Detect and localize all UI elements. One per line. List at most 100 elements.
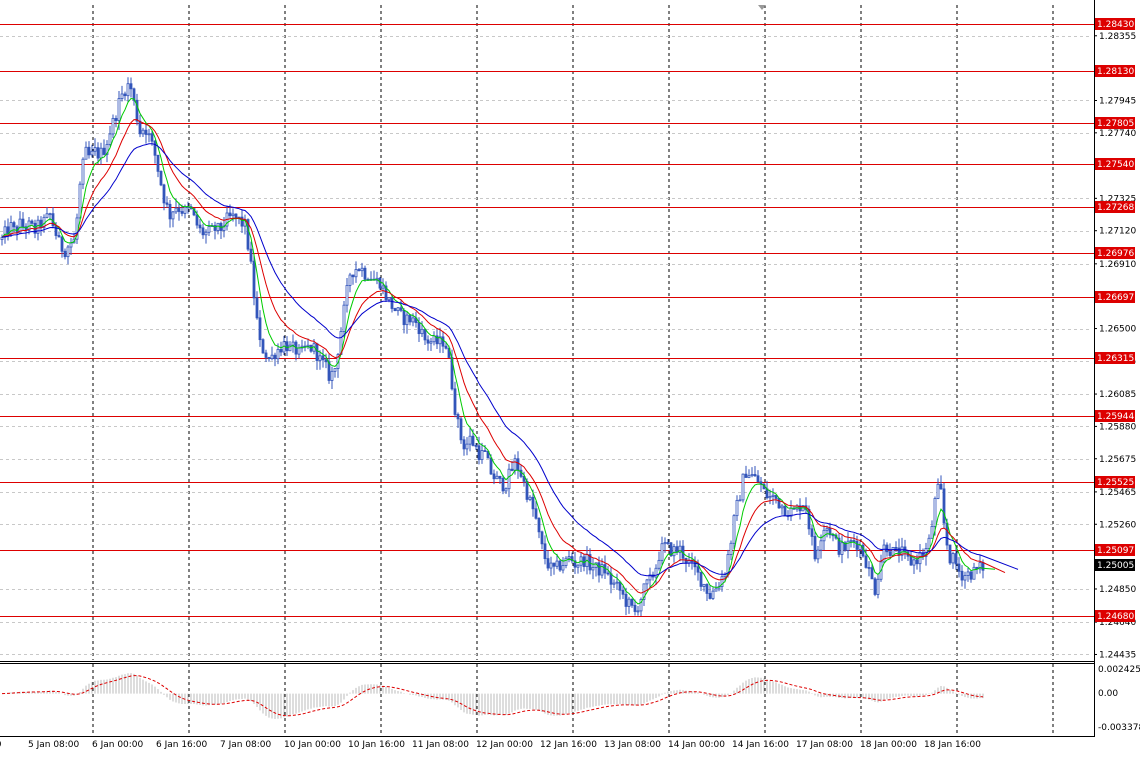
candle-body	[615, 581, 619, 584]
candle-body	[825, 527, 829, 531]
candle-body	[390, 297, 394, 309]
candle-body	[123, 93, 127, 97]
candle-body	[378, 277, 382, 289]
oscillator-tick-label: 0.002425	[1098, 665, 1140, 675]
price-chart[interactable]: 1.283551.279451.277401.273251.271201.269…	[0, 0, 1140, 757]
candle-body	[360, 267, 364, 272]
candle-body	[750, 474, 754, 477]
candle-body	[504, 488, 508, 492]
candle-body	[564, 557, 568, 566]
candle-body	[420, 328, 424, 335]
price-tick-label: 1.26500	[1099, 325, 1136, 335]
candle-body	[147, 133, 151, 136]
candle-body	[870, 567, 874, 580]
candle-body	[942, 488, 946, 524]
candle-body	[810, 528, 814, 537]
level-label: 1.25944	[1097, 412, 1134, 422]
price-tick-label: 1.24435	[1099, 650, 1136, 660]
candle-body	[948, 544, 952, 564]
candle-body	[279, 349, 283, 353]
candle-body	[813, 536, 817, 560]
candle-body	[12, 222, 16, 228]
time-tick-label: 12 Jan 16:00	[540, 740, 597, 750]
candle-body	[864, 555, 868, 568]
candle-body	[738, 499, 742, 502]
candle-body	[981, 562, 985, 571]
candle-body	[657, 559, 661, 569]
candle-body	[474, 445, 478, 447]
time-tick-label: 7 Jan 08:00	[220, 740, 272, 750]
candle-body	[783, 505, 787, 516]
candle-body	[402, 309, 406, 326]
candle-body	[666, 542, 670, 544]
candle-body	[558, 560, 562, 571]
candle-body	[231, 213, 235, 217]
candle-body	[276, 349, 280, 360]
candle-body	[780, 505, 784, 509]
candle-body	[354, 269, 358, 278]
candle-body	[489, 457, 493, 475]
level-label: 1.24680	[1097, 612, 1134, 622]
price-tick-label: 1.25675	[1099, 455, 1136, 465]
candle-body	[609, 573, 613, 585]
candle-body	[939, 483, 943, 490]
price-tick-label: 1.24850	[1099, 585, 1136, 595]
candle-body	[816, 549, 820, 560]
candle-body	[60, 236, 64, 252]
candle-body	[141, 129, 145, 135]
candle-body	[699, 571, 703, 587]
candle-body	[54, 225, 58, 236]
candle-body	[258, 317, 262, 341]
candle-body	[201, 227, 205, 236]
candle-body	[462, 439, 466, 450]
time-tick-label: 6 Jan 16:00	[156, 740, 208, 750]
candle-body	[423, 328, 427, 341]
candle-body	[909, 555, 913, 566]
candle-body	[387, 297, 391, 301]
price-tick-label: 1.28355	[1099, 32, 1136, 42]
candle-body	[30, 220, 34, 224]
candle-body	[885, 544, 889, 553]
candle-body	[57, 235, 61, 238]
candle-body	[969, 571, 973, 580]
candle-body	[534, 508, 538, 519]
time-tick-label: 10 Jan 16:00	[348, 740, 405, 750]
candle-body	[216, 222, 220, 231]
time-tick-label: 6 Jan 00:00	[92, 740, 144, 750]
candle-body	[453, 388, 457, 415]
candle-body	[744, 473, 748, 478]
candle-body	[87, 146, 91, 156]
candle-body	[888, 551, 892, 556]
candle-body	[69, 242, 73, 248]
candle-body	[531, 496, 535, 510]
candle-body	[126, 83, 130, 97]
candle-body	[912, 559, 916, 566]
candle-body	[426, 339, 430, 344]
current-price-label: 1.25005	[1097, 561, 1134, 571]
price-tick-label: 1.27945	[1099, 96, 1136, 106]
candle-body	[549, 562, 553, 569]
candle-body	[162, 184, 166, 204]
price-tick-label: 1.27120	[1099, 227, 1136, 237]
candle-body	[711, 590, 715, 599]
candle-body	[393, 308, 397, 312]
price-tick-label: 1.27740	[1099, 129, 1136, 139]
candle-body	[915, 559, 919, 565]
candle-body	[498, 475, 502, 479]
candle-body	[840, 542, 844, 555]
candle-body	[63, 250, 67, 258]
candle-body	[705, 583, 709, 594]
candle-body	[177, 207, 181, 212]
time-tick-label: 10 Jan 00:00	[284, 740, 341, 750]
candle-body	[93, 147, 97, 152]
time-tick-label: 11 Jan 08:00	[412, 740, 469, 750]
time-tick-label: 18 Jan 16:00	[924, 740, 981, 750]
candle-body	[129, 83, 133, 90]
candle-body	[624, 593, 628, 607]
candle-body	[255, 297, 259, 319]
candle-body	[672, 546, 676, 557]
candle-body	[183, 206, 187, 214]
level-label: 1.27540	[1097, 160, 1134, 170]
candle-body	[876, 578, 880, 595]
time-tick-label: 5 Jan 08:00	[28, 740, 80, 750]
